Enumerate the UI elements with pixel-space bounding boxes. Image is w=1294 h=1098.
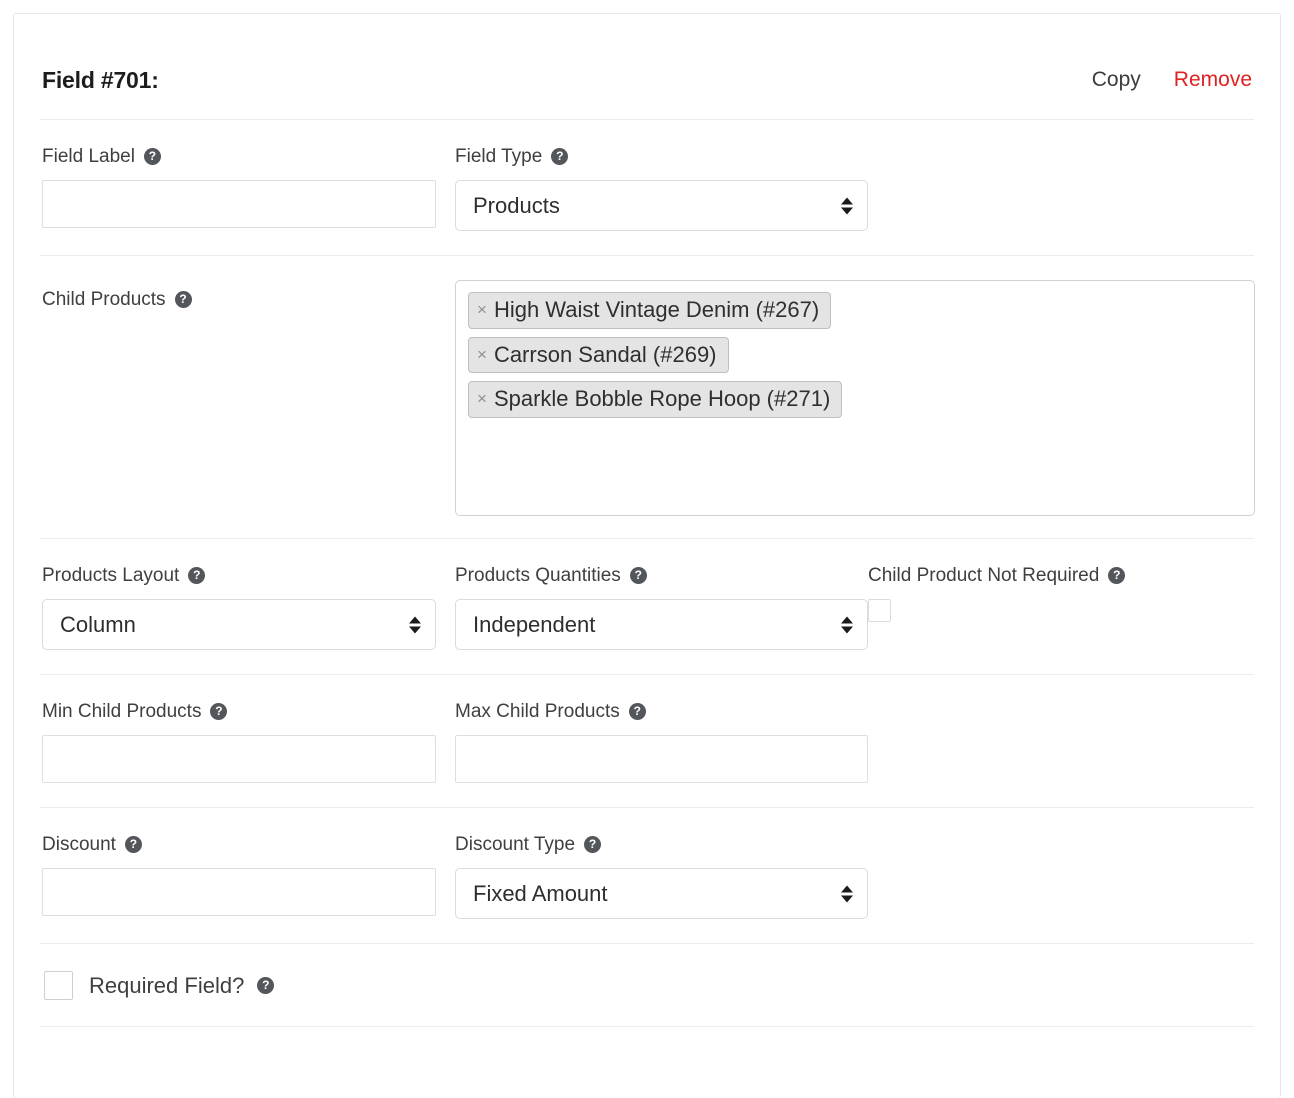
help-icon[interactable]: ? [1108, 567, 1126, 584]
discount-type-caption: Discount Type ? [455, 835, 868, 854]
min-child-products-text: Min Child Products [42, 701, 202, 722]
field-label-input[interactable] [42, 180, 436, 228]
products-quantities-group: Products Quantities ? Independent [455, 566, 868, 650]
field-label-caption: Field Label ? [42, 147, 436, 166]
tag-row: × Sparkle Bobble Rope Hoop (#271) [468, 381, 1242, 426]
max-child-products-group: Max Child Products ? [455, 702, 868, 783]
close-icon[interactable]: × [477, 301, 487, 318]
row-child-products: Child Products ? × High Waist Vintage De… [14, 256, 1280, 538]
help-icon[interactable]: ? [143, 148, 161, 165]
discount-type-select-wrap: Fixed Amount [455, 868, 868, 919]
header-actions: Copy Remove [1092, 68, 1252, 92]
row-min-max: Min Child Products ? Max Child Products … [14, 675, 1280, 807]
help-icon[interactable]: ? [210, 703, 228, 720]
tag-row: × Carrson Sandal (#269) [468, 336, 1242, 382]
discount-type-select[interactable]: Fixed Amount [455, 868, 868, 919]
remove-button[interactable]: Remove [1174, 68, 1252, 92]
child-products-text: Child Products [42, 289, 166, 310]
list-item[interactable]: × Sparkle Bobble Rope Hoop (#271) [468, 381, 843, 418]
products-layout-select[interactable]: Column [42, 599, 436, 650]
products-layout-group: Products Layout ? Column [42, 566, 455, 650]
child-product-not-required-group: Child Product Not Required ? [868, 566, 1252, 622]
row-label-type: Field Label ? Field Type ? Products [14, 120, 1280, 255]
max-child-products-caption: Max Child Products ? [455, 702, 868, 721]
products-quantities-text: Products Quantities [455, 565, 621, 586]
page-title: Field #701: [42, 66, 159, 93]
required-field-group: Required Field? ? [44, 971, 275, 1000]
field-type-select-wrap: Products [455, 180, 868, 231]
list-item[interactable]: × Carrson Sandal (#269) [468, 336, 729, 373]
help-icon[interactable]: ? [551, 148, 569, 165]
products-quantities-caption: Products Quantities ? [455, 566, 868, 585]
list-item-label: High Waist Vintage Denim (#267) [493, 297, 820, 322]
list-item-label: Carrson Sandal (#269) [493, 341, 717, 367]
products-quantities-select-wrap: Independent [455, 599, 868, 650]
field-type-caption: Field Type ? [455, 147, 868, 166]
discount-caption: Discount ? [42, 835, 436, 854]
row-discount: Discount ? Discount Type ? Fixed Amount [14, 808, 1280, 943]
field-settings-card: Field #701: Copy Remove Field Label ? Fi… [13, 13, 1281, 1098]
help-icon[interactable]: ? [188, 567, 206, 584]
field-type-select[interactable]: Products [455, 180, 868, 231]
close-icon[interactable]: × [477, 390, 487, 407]
tag-row: × High Waist Vintage Denim (#267) [468, 292, 1242, 337]
products-quantities-select[interactable]: Independent [455, 599, 868, 650]
min-child-products-group: Min Child Products ? [42, 702, 455, 783]
field-type-text: Field Type [455, 146, 543, 167]
products-layout-select-wrap: Column [42, 599, 436, 650]
child-products-caption: Child Products ? [42, 290, 455, 309]
list-item[interactable]: × High Waist Vintage Denim (#267) [468, 292, 832, 329]
child-product-not-required-caption: Child Product Not Required ? [868, 566, 1252, 585]
copy-button[interactable]: Copy [1092, 68, 1141, 92]
row-layout-quantities: Products Layout ? Column Products Quanti… [14, 539, 1280, 674]
child-product-not-required-checkbox[interactable] [868, 599, 891, 622]
help-icon[interactable]: ? [257, 977, 275, 994]
field-label-text: Field Label [42, 146, 135, 167]
field-label-group: Field Label ? [42, 147, 455, 228]
help-icon[interactable]: ? [629, 567, 647, 584]
discount-type-text: Discount Type [455, 834, 576, 855]
required-field-checkbox[interactable] [44, 971, 73, 1000]
help-icon[interactable]: ? [628, 703, 646, 720]
row-required-field: Required Field? ? [14, 944, 1280, 1026]
card-header: Field #701: Copy Remove [14, 14, 1280, 119]
required-field-label: Required Field? [89, 972, 245, 998]
help-icon[interactable]: ? [584, 836, 602, 853]
discount-text: Discount [42, 834, 116, 855]
help-icon[interactable]: ? [174, 291, 192, 308]
max-child-products-text: Max Child Products [455, 701, 620, 722]
child-product-not-required-text: Child Product Not Required [868, 565, 1100, 586]
field-type-group: Field Type ? Products [455, 147, 868, 231]
products-layout-text: Products Layout [42, 565, 180, 586]
min-child-products-input[interactable] [42, 735, 436, 783]
list-item-label: Sparkle Bobble Rope Hoop (#271) [493, 386, 831, 411]
discount-input[interactable] [42, 868, 436, 916]
help-icon[interactable]: ? [124, 836, 142, 853]
discount-type-group: Discount Type ? Fixed Amount [455, 835, 868, 919]
discount-group: Discount ? [42, 835, 455, 916]
close-icon[interactable]: × [477, 346, 487, 363]
max-child-products-input[interactable] [455, 735, 868, 783]
divider-6 [40, 1026, 1254, 1027]
min-child-products-caption: Min Child Products ? [42, 702, 436, 721]
child-products-multiselect[interactable]: × High Waist Vintage Denim (#267) × Carr… [455, 280, 1255, 516]
child-products-label-col: Child Products ? [42, 280, 455, 516]
products-layout-caption: Products Layout ? [42, 566, 436, 585]
